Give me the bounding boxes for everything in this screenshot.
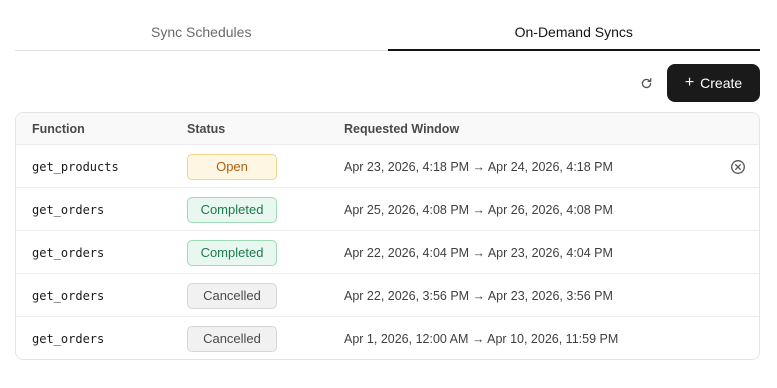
function-name: get_orders — [32, 331, 105, 346]
status-badge: Cancelled — [187, 282, 277, 309]
refresh-icon — [641, 77, 651, 88]
table-row: get_orders Completed Apr 25, 2026, 4:08 … — [16, 188, 759, 231]
table-row: get_products Open Apr 23, 2026, 4:18 PM … — [16, 145, 759, 188]
create-button[interactable]: + Create — [667, 64, 760, 102]
tab-label: Sync Schedules — [151, 24, 252, 40]
requested-window: Apr 22, 2026, 4:04 PM → Apr 23, 2026, 4:… — [344, 245, 613, 260]
plus-icon: + — [684, 74, 695, 91]
function-name: get_orders — [32, 202, 105, 217]
header-requested-window: Requested Window — [344, 122, 460, 136]
status-badge: Completed — [187, 239, 277, 266]
requested-window: Apr 25, 2026, 4:08 PM → Apr 26, 2026, 4:… — [344, 202, 613, 217]
refresh-button[interactable] — [634, 72, 658, 94]
header-status: Status — [187, 122, 226, 136]
header-function: Function — [32, 122, 85, 136]
tab-on-demand-syncs[interactable]: On-Demand Syncs — [387, 14, 761, 51]
table-row: get_orders Completed Apr 22, 2026, 4:04 … — [16, 231, 759, 274]
function-name: get_products — [32, 159, 119, 174]
create-button-label: Create — [700, 75, 743, 91]
requested-window: Apr 23, 2026, 4:18 PM → Apr 24, 2026, 4:… — [344, 159, 613, 174]
status-badge: Open — [187, 153, 277, 180]
on-demand-syncs-page: Sync Schedules On-Demand Syncs + Create … — [0, 0, 777, 388]
cancel-circle-icon[interactable] — [730, 159, 746, 175]
tab-sync-schedules[interactable]: Sync Schedules — [15, 14, 388, 50]
tab-bar: Sync Schedules On-Demand Syncs — [15, 14, 760, 51]
function-name: get_orders — [32, 245, 105, 260]
function-name: get_orders — [32, 288, 105, 303]
requested-window: Apr 1, 2026, 12:00 AM → Apr 10, 2026, 11… — [344, 331, 619, 346]
requested-window: Apr 22, 2026, 3:56 PM → Apr 23, 2026, 3:… — [344, 288, 613, 303]
status-badge: Cancelled — [187, 325, 277, 352]
syncs-table: Function Status Requested Window get_pro… — [15, 112, 760, 360]
tab-label: On-Demand Syncs — [514, 24, 633, 40]
table-header: Function Status Requested Window — [16, 113, 759, 145]
table-row: get_orders Cancelled Apr 22, 2026, 3:56 … — [16, 274, 759, 317]
table-row: get_orders Cancelled Apr 1, 2026, 12:00 … — [16, 317, 759, 359]
status-badge: Completed — [187, 196, 277, 223]
